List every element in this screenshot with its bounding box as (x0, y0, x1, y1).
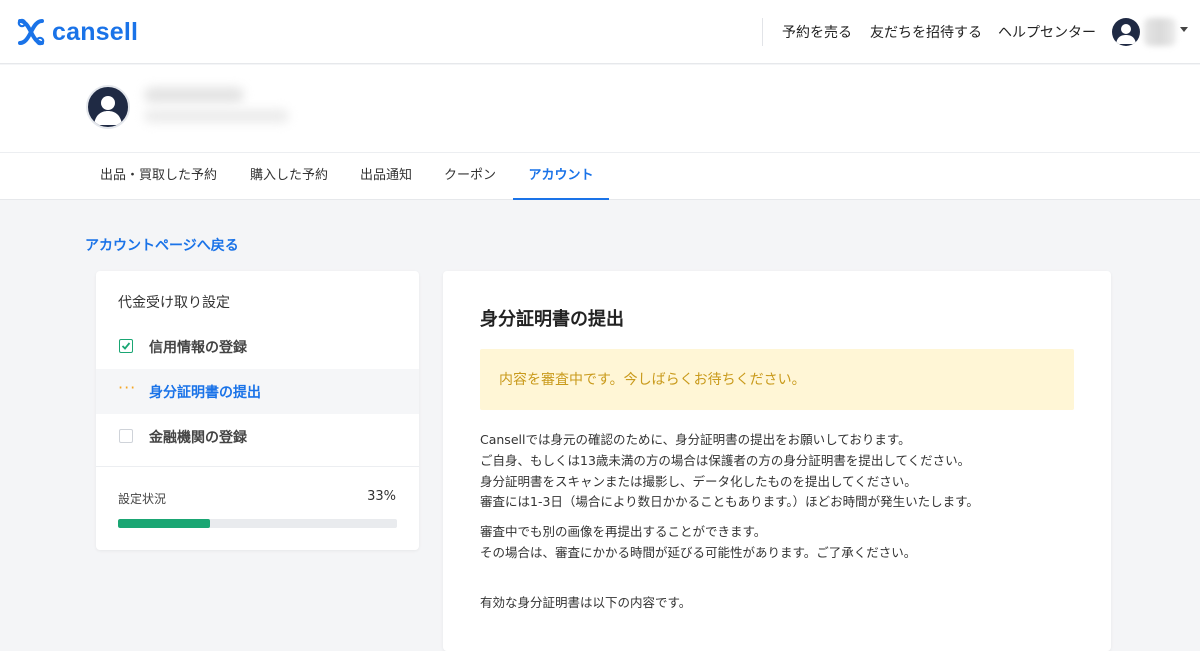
resubmit-line: 審査中でも別の画像を再提出することができます。 (480, 524, 767, 539)
intro-line: 審査には1-3日（場合により数日かかることもあります。）ほどお時間が発生いたしま… (480, 494, 979, 509)
tab-listed-reservations[interactable]: 出品・買取した予約 (100, 153, 217, 200)
tab-listing-notifications[interactable]: 出品通知 (360, 153, 412, 200)
user-avatar-icon[interactable] (1112, 18, 1140, 46)
step-label: 身分証明書の提出 (149, 385, 261, 401)
empty-checkbox-icon (119, 429, 133, 443)
check-icon (119, 339, 133, 353)
setup-status-label: 設定状況 (118, 492, 167, 506)
page-title: 身分証明書の提出 (480, 309, 624, 330)
id-document-card: 身分証明書の提出 内容を審査中です。今しばらくお待ちください。 Cansellで… (443, 271, 1111, 651)
resubmit-line: その場合は、審査にかかる時間が延びる可能性があります。ご了承ください。 (480, 545, 917, 560)
step-label: 金融機関の登録 (149, 430, 247, 446)
back-to-account-link[interactable]: アカウントページへ戻る (85, 235, 239, 255)
step-id-document[interactable]: ··· 身分証明書の提出 (96, 369, 419, 414)
intro-line: Cansellでは身元の確認のために、身分証明書の提出をお願いしております。 (480, 432, 911, 447)
payout-settings-title: 代金受け取り設定 (118, 295, 230, 311)
notice-text: 内容を審査中です。今しばらくお待ちください。 (499, 372, 806, 388)
brand-name: cansell (52, 17, 139, 46)
brand-logo[interactable]: cansell (16, 16, 138, 48)
dots-icon: ··· (118, 378, 137, 397)
profile-detail-redacted (144, 109, 289, 123)
user-name-redacted[interactable] (1144, 18, 1176, 46)
setup-progress-fill (118, 519, 211, 528)
account-tabs: 出品・買取した予約 購入した予約 出品通知 クーポン アカウント (0, 152, 1200, 200)
tab-account[interactable]: アカウント (513, 153, 609, 200)
step-bank-account[interactable]: 金融機関の登録 (96, 414, 419, 459)
tab-coupons[interactable]: クーポン (444, 153, 496, 200)
nav-help-center[interactable]: ヘルプセンター (998, 22, 1096, 42)
divider (96, 466, 419, 467)
review-status-notice: 内容を審査中です。今しばらくお待ちください。 (480, 349, 1074, 410)
profile-avatar-icon (86, 85, 130, 129)
header-divider (762, 18, 763, 46)
profile-band (0, 65, 1200, 152)
payout-settings-card: 代金受け取り設定 信用情報の登録 ··· 身分証明書の提出 金融機関の登録 設定… (96, 271, 419, 550)
step-label: 信用情報の登録 (149, 340, 247, 356)
step-credit-info[interactable]: 信用情報の登録 (96, 324, 419, 369)
profile-name-redacted (144, 87, 244, 103)
top-header: cansell 予約を売る 友だちを招待する ヘルプセンター (0, 0, 1200, 64)
setup-progress-bar (118, 519, 397, 528)
intro-line: 身分証明書をスキャンまたは撮影し、データ化したものを提出してください。 (480, 474, 917, 489)
nav-invite-friends[interactable]: 友だちを招待する (870, 22, 982, 42)
valid-documents-heading: 有効な身分証明書は以下の内容です。 (480, 595, 692, 610)
nav-sell-reservation[interactable]: 予約を売る (782, 22, 852, 42)
chevron-down-icon[interactable] (1180, 27, 1188, 32)
intro-line: ご自身、もしくは13歳未満の方の場合は保護者の方の身分証明書を提出してください。 (480, 453, 971, 468)
tab-purchased-reservations[interactable]: 購入した予約 (250, 153, 328, 200)
setup-status-percent: 33% (367, 489, 396, 504)
cansell-logo-icon (17, 18, 45, 46)
